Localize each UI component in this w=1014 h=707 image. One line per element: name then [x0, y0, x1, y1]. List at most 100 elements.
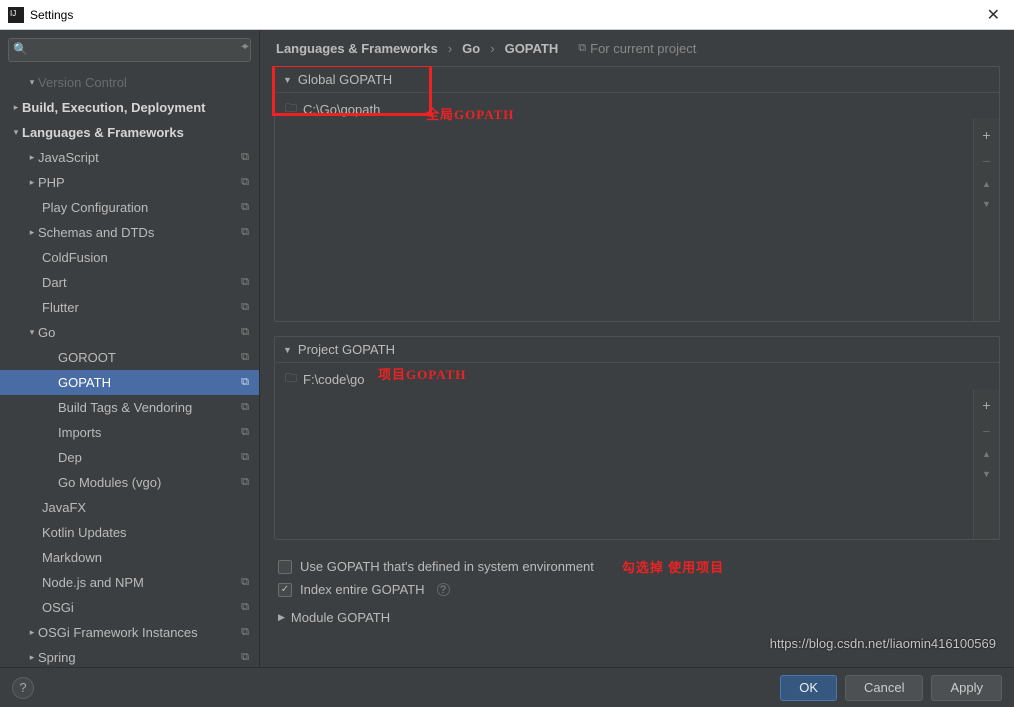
dialog-footer: ? OK Cancel Apply — [0, 667, 1014, 707]
move-down-icon[interactable]: ▼ — [982, 199, 991, 209]
sidebar-item-dep[interactable]: Dep⧉ — [0, 445, 259, 470]
sidebar-item-version-control[interactable]: ▾Version Control — [0, 70, 259, 95]
sidebar-item-label: Dep — [58, 450, 241, 465]
scope-icon: ⧉ — [241, 276, 249, 289]
sidebar-item-play[interactable]: Play Configuration⧉ — [0, 195, 259, 220]
sidebar-item-label: Kotlin Updates — [42, 525, 249, 540]
sidebar-item-gopath[interactable]: GOPATH⧉ — [0, 370, 259, 395]
breadcrumb: Languages & Frameworks › Go › GOPATH ⧉ F… — [260, 30, 1014, 66]
check-index-gopath[interactable]: Index entire GOPATH ? — [274, 579, 1000, 600]
project-gopath-header[interactable]: ▼ Project GOPATH — [275, 337, 999, 363]
global-gopath-item[interactable]: 🗀 C:\Go\gopath — [275, 93, 999, 126]
sidebar-item-build[interactable]: ▸Build, Execution, Deployment — [0, 95, 259, 120]
global-gopath-group: ▼ Global GOPATH 🗀 C:\Go\gopath + − ▲ ▼ — [274, 66, 1000, 322]
sidebar-item-osgi-fw[interactable]: ▸OSGi Framework Instances⧉ — [0, 620, 259, 645]
sidebar-item-markdown[interactable]: Markdown — [0, 545, 259, 570]
titlebar: Settings ✕ — [0, 0, 1014, 30]
scope-icon: ⧉ — [241, 226, 249, 239]
annotation-check: 勾选掉 使用项目 — [622, 557, 724, 576]
help-button[interactable]: ? — [12, 677, 34, 699]
sidebar-item-javafx[interactable]: JavaFX — [0, 495, 259, 520]
chevron-right-icon: ▶ — [278, 612, 285, 623]
sidebar-item-schemas[interactable]: ▸Schemas and DTDs⧉ — [0, 220, 259, 245]
sidebar-item-label: Build, Execution, Deployment — [22, 100, 249, 115]
sidebar-item-label: Spring — [38, 650, 241, 665]
check-label: Use GOPATH that's defined in system envi… — [300, 559, 594, 574]
scope-icon: ⧉ — [241, 401, 249, 414]
sidebar-item-osgi[interactable]: OSGi⧉ — [0, 595, 259, 620]
search-icon: 🔍 — [13, 42, 28, 56]
scope-icon: ⧉ — [241, 576, 249, 589]
search-history-icon[interactable]: ◂▸ — [241, 41, 247, 52]
scope-icon: ⧉ — [241, 601, 249, 614]
sidebar-item-label: Flutter — [42, 300, 241, 315]
crumb-c: GOPATH — [505, 41, 559, 56]
chevron-right-icon: › — [448, 41, 452, 56]
group-title: Global GOPATH — [298, 72, 392, 87]
path-text: F:\code\go — [303, 372, 364, 387]
ok-button[interactable]: OK — [780, 675, 837, 701]
sidebar-item-label: GOROOT — [58, 350, 241, 365]
sidebar: 🔍 ◂▸ ▾Version Control ▸Build, Execution,… — [0, 30, 260, 667]
move-up-icon[interactable]: ▲ — [982, 179, 991, 189]
sidebar-item-languages[interactable]: ▾Languages & Frameworks — [0, 120, 259, 145]
sidebar-item-flutter[interactable]: Flutter⧉ — [0, 295, 259, 320]
sidebar-item-buildtags[interactable]: Build Tags & Vendoring⧉ — [0, 395, 259, 420]
sidebar-item-spring[interactable]: ▸Spring⧉ — [0, 645, 259, 667]
chevron-down-icon: ▼ — [283, 75, 292, 85]
move-down-icon[interactable]: ▼ — [982, 469, 991, 479]
remove-button[interactable]: − — [982, 423, 990, 439]
scope-icon: ⧉ — [241, 426, 249, 439]
group-actions: + − ▲ ▼ — [973, 119, 999, 321]
sidebar-item-label: OSGi Framework Instances — [38, 625, 241, 640]
search-input[interactable] — [8, 38, 251, 62]
close-icon[interactable]: ✕ — [981, 5, 1006, 25]
sidebar-item-label: Imports — [58, 425, 241, 440]
folder-icon: 🗀 — [285, 99, 297, 120]
add-button[interactable]: + — [982, 127, 990, 143]
crumb-a[interactable]: Languages & Frameworks — [276, 41, 438, 56]
cancel-button[interactable]: Cancel — [845, 675, 923, 701]
sidebar-item-label: JavaFX — [42, 500, 249, 515]
sidebar-item-label: Go Modules (vgo) — [58, 475, 241, 490]
sidebar-item-label: Languages & Frameworks — [22, 125, 249, 140]
sidebar-item-coldfusion[interactable]: ColdFusion — [0, 245, 259, 270]
global-gopath-header[interactable]: ▼ Global GOPATH — [275, 67, 999, 93]
scope-icon: ⧉ — [241, 326, 249, 339]
check-system-env[interactable]: Use GOPATH that's defined in system envi… — [274, 554, 1000, 579]
sidebar-item-nodejs[interactable]: Node.js and NPM⧉ — [0, 570, 259, 595]
sidebar-item-label: Version Control — [38, 75, 249, 90]
scope-icon: ⧉ — [241, 626, 249, 639]
add-button[interactable]: + — [982, 397, 990, 413]
path-text: C:\Go\gopath — [303, 102, 380, 117]
sidebar-item-label: PHP — [38, 175, 241, 190]
scope-icon: ⧉ — [241, 151, 249, 164]
sidebar-item-label: GOPATH — [58, 375, 241, 390]
help-icon[interactable]: ? — [437, 583, 450, 596]
scope-icon: ⧉ — [578, 42, 586, 55]
sidebar-item-javascript[interactable]: ▸JavaScript⧉ — [0, 145, 259, 170]
scope-icon: ⧉ — [241, 301, 249, 314]
remove-button[interactable]: − — [982, 153, 990, 169]
sidebar-item-label: JavaScript — [38, 150, 241, 165]
apply-button[interactable]: Apply — [931, 675, 1002, 701]
move-up-icon[interactable]: ▲ — [982, 449, 991, 459]
scope-icon: ⧉ — [241, 651, 249, 664]
checkbox-checked[interactable] — [278, 583, 292, 597]
sidebar-item-go[interactable]: ▾Go⧉ — [0, 320, 259, 345]
sidebar-item-kotlin[interactable]: Kotlin Updates — [0, 520, 259, 545]
search-field[interactable]: 🔍 ◂▸ — [8, 38, 251, 62]
sidebar-item-label: Dart — [42, 275, 241, 290]
sidebar-item-label: Node.js and NPM — [42, 575, 241, 590]
sidebar-item-dart[interactable]: Dart⧉ — [0, 270, 259, 295]
sidebar-item-gomodules[interactable]: Go Modules (vgo)⧉ — [0, 470, 259, 495]
checkbox-unchecked[interactable] — [278, 560, 292, 574]
module-gopath-header[interactable]: ▶ Module GOPATH — [274, 600, 1000, 635]
sidebar-item-imports[interactable]: Imports⧉ — [0, 420, 259, 445]
sidebar-item-goroot[interactable]: GOROOT⧉ — [0, 345, 259, 370]
sidebar-item-php[interactable]: ▸PHP⧉ — [0, 170, 259, 195]
crumb-b[interactable]: Go — [462, 41, 480, 56]
scope-icon: ⧉ — [241, 376, 249, 389]
sidebar-item-label: OSGi — [42, 600, 241, 615]
scope-icon: ⧉ — [241, 451, 249, 464]
